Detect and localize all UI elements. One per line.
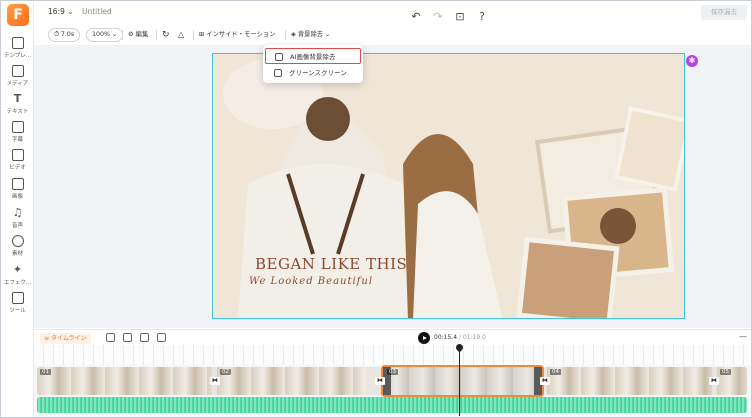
- clip-number: 03: [387, 369, 398, 375]
- transition-icon[interactable]: ⧓: [540, 377, 550, 385]
- video-icon: [11, 149, 24, 161]
- text-icon: T: [13, 92, 22, 105]
- clip-01[interactable]: [37, 367, 212, 395]
- duration-button[interactable]: ⏱ 7.0s: [48, 28, 81, 42]
- divider: [193, 30, 194, 40]
- undo-icon[interactable]: ↶: [409, 10, 423, 24]
- zoom-select[interactable]: 100% ⌄: [86, 28, 124, 42]
- clip-04[interactable]: [547, 367, 712, 395]
- sidebar-item-audio[interactable]: ♫ 音声: [1, 206, 34, 230]
- top-bar: 16:9 ⌄ Untitled ↶ ↷ ⊡? 保存漏去: [34, 1, 751, 25]
- bg-remove-dropdown: AI画像背景除去 グリーンスクリーン: [263, 45, 363, 83]
- help-icon[interactable]: ?: [475, 10, 489, 24]
- sidebar-item-elements[interactable]: 素材: [1, 235, 34, 257]
- sidebar-item-video[interactable]: ビデオ: [1, 149, 34, 171]
- tools-icon: [11, 292, 24, 304]
- ai-badge-icon[interactable]: ✱: [686, 55, 698, 67]
- canvas-headline[interactable]: BEGAN LIKE THIS: [255, 255, 407, 273]
- sidebar-item-image[interactable]: 画像: [1, 178, 34, 200]
- media-icon: [11, 65, 24, 77]
- history-tools: ↶ ↷ ⊡?: [409, 5, 497, 24]
- bg-remove-button[interactable]: ◈ 背景除去 ⌄: [291, 28, 330, 42]
- app-logo[interactable]: F: [7, 4, 29, 26]
- left-sidebar: F テンプレ... メディア T テキスト 字幕 ビデオ 画像 ♫ 音声 素材 …: [1, 1, 34, 417]
- timeline-bar: ≡ タイムライン 00:15.4 / 01:19.0 —: [34, 329, 751, 345]
- sidebar-item-media[interactable]: メディア: [1, 65, 34, 87]
- add-icon[interactable]: [106, 333, 115, 342]
- duplicate-icon[interactable]: [140, 333, 149, 342]
- clip-02[interactable]: [217, 367, 367, 395]
- delete-icon[interactable]: [157, 333, 166, 342]
- sidebar-item-tools[interactable]: ツール: [1, 292, 34, 314]
- time-display: 00:15.4 / 01:19.0: [434, 334, 486, 341]
- timeline-toggle[interactable]: ≡ タイムライン: [40, 333, 91, 344]
- redo-icon[interactable]: ↷: [431, 10, 445, 24]
- split-icon[interactable]: [123, 333, 132, 342]
- eraser-icon: [275, 53, 283, 61]
- clip-03-selected[interactable]: [381, 365, 544, 397]
- sidebar-item-text[interactable]: T テキスト: [1, 92, 34, 116]
- flip-icon[interactable]: △: [178, 28, 184, 42]
- aspect-ratio-select[interactable]: 16:9 ⌄: [48, 7, 74, 16]
- rotate-icon[interactable]: ↻: [162, 28, 170, 42]
- clip-number: 05: [720, 369, 731, 375]
- edit-button[interactable]: ⚙ 編集: [128, 28, 148, 42]
- music-icon: ♫: [12, 206, 23, 219]
- divider: [122, 30, 123, 40]
- project-title[interactable]: Untitled: [82, 7, 112, 16]
- elements-icon: [11, 235, 24, 247]
- edit-toolbar: ⏱ 7.0s 100% ⌄ ⚙ 編集 ↻ △ ⊞ インサイド・モーション ◈ 背…: [40, 26, 748, 44]
- clip-number: 02: [220, 369, 231, 375]
- divider: [156, 30, 157, 40]
- screenshot-icon[interactable]: ⊡: [453, 10, 467, 24]
- divider: [285, 30, 286, 40]
- timeline-ruler: [34, 345, 751, 365]
- canvas-subline[interactable]: We Looked Beautiful: [249, 276, 373, 287]
- timeline-area: 01 02 03 04 05 ⧓ ⧓ ⧓ ⧓: [34, 345, 751, 417]
- transition-icon[interactable]: ⧓: [709, 377, 719, 385]
- playhead[interactable]: [459, 346, 460, 416]
- preview-canvas[interactable]: BEGAN LIKE THIS We Looked Beautiful: [212, 53, 685, 319]
- effects-icon: ✦: [12, 263, 23, 276]
- clip-number: 04: [550, 369, 561, 375]
- audio-track[interactable]: [37, 397, 747, 413]
- sidebar-item-subtitles[interactable]: 字幕: [1, 121, 34, 143]
- menu-item-green-screen[interactable]: グリーンスクリーン: [265, 65, 361, 81]
- transition-icon[interactable]: ⧓: [375, 377, 385, 385]
- template-icon: [11, 37, 24, 49]
- green-screen-icon: [274, 69, 282, 77]
- play-button[interactable]: [418, 332, 430, 344]
- sidebar-item-templates[interactable]: テンプレ...: [1, 37, 34, 59]
- menu-item-ai-bg-remove[interactable]: AI画像背景除去: [265, 48, 361, 64]
- clip-number: 01: [40, 369, 51, 375]
- inside-motion-button[interactable]: ⊞ インサイド・モーション: [199, 28, 275, 42]
- image-icon: [11, 178, 24, 190]
- save-button[interactable]: 保存漏去: [701, 5, 747, 20]
- sidebar-item-effects[interactable]: ✦ エフェク...: [1, 263, 34, 287]
- transition-icon[interactable]: ⧓: [210, 377, 220, 385]
- collapse-icon[interactable]: —: [739, 332, 747, 341]
- subtitles-icon: [11, 121, 24, 133]
